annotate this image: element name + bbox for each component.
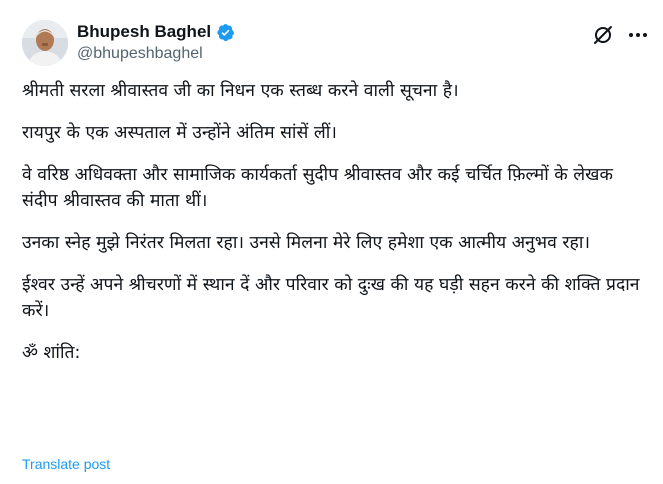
post-paragraph: श्रीमती सरला श्रीवास्तव जी का निधन एक स्…	[22, 81, 459, 101]
more-options-icon	[629, 33, 647, 37]
post-paragraph: रायपुर के एक अस्पताल में उन्होंने अंतिम …	[22, 123, 337, 143]
post-paragraph: ॐ शांति:	[22, 343, 81, 363]
verified-badge-icon	[217, 23, 235, 41]
more-options-button[interactable]	[626, 23, 650, 47]
avatar[interactable]	[22, 20, 68, 66]
post-text: श्रीमती सरला श्रीवास्तव जी का निधन एक स्…	[22, 78, 642, 382]
translate-post-link[interactable]: Translate post	[22, 456, 110, 472]
author-handle[interactable]: @bhupeshbaghel	[77, 45, 203, 63]
grok-button[interactable]	[592, 24, 614, 46]
post-paragraph: वे वरिष्ठ अधिवक्ता और सामाजिक कार्यकर्ता…	[22, 165, 613, 211]
author-name[interactable]: Bhupesh Baghel	[77, 22, 211, 42]
post-paragraph: उनका स्नेह मुझे निरंतर मिलता रहा। उनसे म…	[22, 233, 590, 253]
grok-icon	[594, 26, 612, 44]
post-paragraph: ईश्वर उन्हें अपने श्रीचरणों में स्थान दे…	[22, 275, 640, 321]
avatar-image	[22, 20, 68, 66]
